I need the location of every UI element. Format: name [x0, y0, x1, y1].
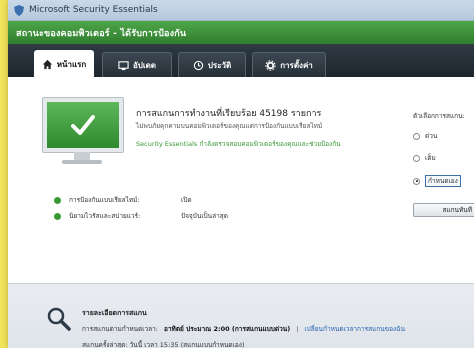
scan-option-custom[interactable]: กำหนดเอง: [413, 175, 461, 187]
realtime-protection-value: เปิด: [181, 196, 192, 204]
monitor-stand: [74, 152, 90, 160]
scan-details-panel: รายละเอียดการสแกน การสแกนตามกำหนดเวลา: อ…: [8, 283, 474, 348]
last-scan-text: สแกนครั้งล่าสุด: วันนี้ เวลา 15:35 (สแกน…: [82, 341, 245, 348]
protection-status-text: สถานะของคอมพิวเตอร์ - ได้รับการป้องกัน: [16, 28, 187, 39]
scan-summary-subline: ไม่พบภัยคุกคามบนคอมพิวเตอร์ของคุณแต่การป…: [136, 122, 323, 130]
change-schedule-link[interactable]: เปลี่ยนกำหนดเวลาการสแกนของฉัน: [304, 324, 405, 334]
scan-now-button[interactable]: สแกนทันที: [413, 203, 474, 217]
monitor-base: [62, 160, 102, 164]
tab-settings[interactable]: การตั้งค่า: [252, 52, 326, 78]
scheduled-scan-row: การสแกนตามกำหนดเวลา: อาทิตย์ ประมาณ 2:00…: [82, 324, 405, 334]
realtime-protection-label: การป้องกันแบบเรียลไทม์:: [69, 196, 140, 204]
radio-button[interactable]: [413, 132, 420, 140]
tab-bar: หน้าแรก อัปเดต ประวัติ การตั้งค่า: [8, 44, 474, 78]
scan-option-quick-label: ด่วน: [425, 132, 438, 140]
scan-option-quick[interactable]: ด่วน: [413, 131, 437, 141]
separator: |: [296, 325, 299, 333]
tab-home[interactable]: หน้าแรก: [34, 50, 94, 78]
realtime-protection-row: การป้องกันแบบเรียลไทม์: เปิด: [54, 195, 192, 205]
scheduled-scan-value: อาทิตย์ ประมาณ 2:00 (การสแกนแบบด่วน): [164, 325, 291, 333]
home-icon: [42, 59, 52, 70]
radio-button-selected[interactable]: [413, 177, 420, 185]
tab-settings-label: การตั้งค่า: [280, 61, 313, 70]
home-panel: การสแกนการทำงานที่เรียบร้อย 45198 รายการ…: [8, 77, 474, 283]
tab-update[interactable]: อัปเดต: [102, 52, 172, 78]
protection-note: Security Essentials กำลังตรวจสอบคอมพิวเต…: [136, 140, 341, 148]
scan-option-full[interactable]: เต็ม: [413, 153, 436, 163]
tab-home-label: หน้าแรก: [56, 60, 87, 69]
scan-option-full-label: เต็ม: [425, 154, 436, 162]
shield-icon: [14, 4, 24, 16]
definitions-value: ปัจจุบันเป็นล่าสุด: [181, 212, 228, 220]
radio-button[interactable]: [413, 154, 420, 162]
update-icon: [118, 61, 129, 71]
definitions-row: นิยามไวรัสและสปายแวร์: ปัจจุบันเป็นล่าสุ…: [54, 211, 228, 221]
settings-icon: [265, 60, 276, 71]
status-ok-icon: [54, 196, 61, 204]
scan-options-title: ตัวเลือกการสแกน:: [413, 112, 465, 120]
tab-history-label: ประวัติ: [207, 61, 232, 70]
protected-monitor-icon: [42, 97, 124, 153]
checkmark-icon: [71, 115, 95, 135]
scan-option-custom-label: กำหนดเอง: [425, 175, 461, 187]
magnifier-icon: [47, 307, 71, 331]
app-window: Microsoft Security Essentials สถานะของคอ…: [8, 0, 474, 348]
tab-history[interactable]: ประวัติ: [178, 52, 246, 78]
definitions-label: นิยามไวรัสและสปายแวร์:: [69, 212, 141, 220]
window-title: Microsoft Security Essentials: [29, 5, 158, 15]
scheduled-scan-label: การสแกนตามกำหนดเวลา:: [82, 325, 158, 333]
history-icon: [193, 60, 203, 71]
title-bar: Microsoft Security Essentials: [8, 0, 474, 21]
scan-details-title: รายละเอียดการสแกน: [82, 309, 147, 317]
scan-summary-headline: การสแกนการทำงานที่เรียบร้อย 45198 รายการ: [136, 109, 322, 119]
status-ok-icon: [54, 212, 61, 220]
tab-update-label: อัปเดต: [132, 61, 156, 70]
protection-status-bar: สถานะของคอมพิวเตอร์ - ได้รับการป้องกัน: [8, 21, 474, 44]
